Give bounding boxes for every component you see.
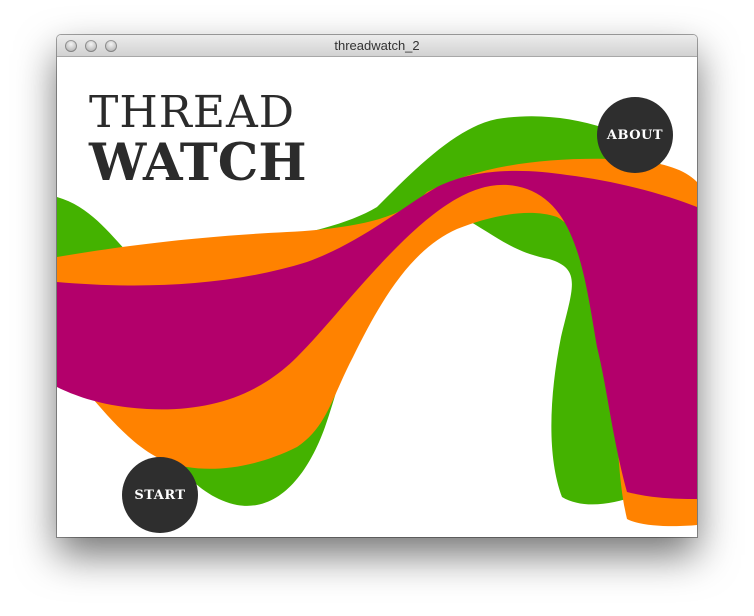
app-window: threadwatch_2 THREAD WATCH ABOUT START bbox=[57, 35, 697, 537]
logo-line-thread: THREAD bbox=[89, 87, 296, 138]
sketch-canvas: THREAD WATCH ABOUT START bbox=[57, 57, 697, 537]
about-button[interactable]: ABOUT bbox=[597, 97, 673, 173]
title-bar[interactable]: threadwatch_2 bbox=[57, 35, 697, 57]
window-title: threadwatch_2 bbox=[334, 38, 420, 53]
start-button-label: START bbox=[134, 487, 186, 503]
start-button[interactable]: START bbox=[122, 457, 198, 533]
app-logo: THREAD WATCH bbox=[89, 91, 307, 189]
desktop: threadwatch_2 THREAD WATCH ABOUT START bbox=[0, 0, 754, 616]
logo-line-watch: WATCH bbox=[89, 133, 307, 193]
about-button-label: ABOUT bbox=[606, 127, 664, 143]
